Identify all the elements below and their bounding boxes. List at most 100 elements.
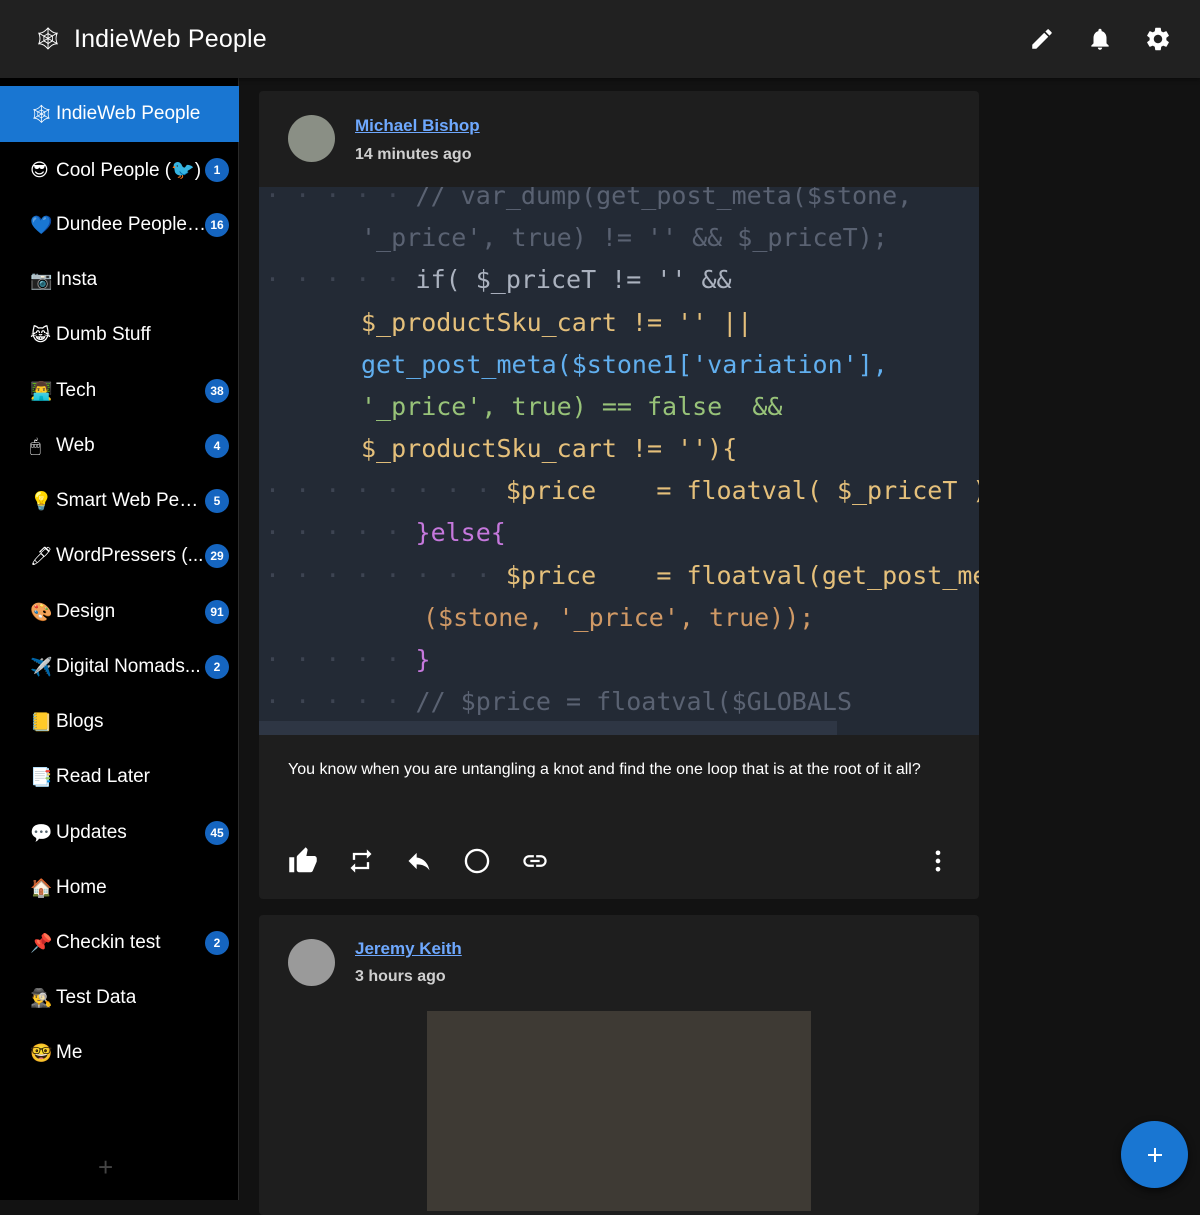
palette-icon: 🎨 xyxy=(30,601,53,622)
reply-icon[interactable] xyxy=(404,846,434,876)
avatar[interactable] xyxy=(288,939,335,986)
code-line: · · · · · }else{ xyxy=(265,518,506,547)
unread-badge: 38 xyxy=(205,379,229,403)
avatar[interactable] xyxy=(288,115,335,162)
code-screenshot-image: · · · · · // var_dump(get_post_meta($sto… xyxy=(259,187,979,735)
author-link[interactable]: Michael Bishop xyxy=(355,116,480,136)
house-icon: 🏠 xyxy=(30,877,53,898)
sidebar-item-label: WordPressers (... xyxy=(56,545,204,566)
code-line: get_post_meta($stone1['variation'], xyxy=(361,350,888,379)
code-line: · · · · · // var_dump(get_post_meta($sto… xyxy=(265,187,913,210)
sidebar-item-read-later[interactable]: 📑 Read Later xyxy=(0,749,239,805)
link-icon[interactable] xyxy=(520,846,550,876)
mouse-icon: 🖱 xyxy=(30,435,41,456)
sidebar-item-checkin-test[interactable]: 📌 Checkin test 2 xyxy=(0,915,239,971)
sidebar-item-label: Smart Web Peop... xyxy=(56,490,206,511)
sidebar-item-indieweb-people[interactable]: 🕸 IndieWeb People xyxy=(0,86,239,142)
pen-icon: 🖊 xyxy=(30,545,53,566)
sidebar-item-updates[interactable]: 💬 Updates 45 xyxy=(0,805,239,861)
author-link[interactable]: Jeremy Keith xyxy=(355,939,462,959)
sidebar-item-cool-people[interactable]: 😎 Cool People (🐦‍) 1 xyxy=(0,142,239,198)
code-line: '_price', true) != '' && $_priceT); xyxy=(361,223,888,252)
sidebar-item-label: Me xyxy=(56,1042,83,1063)
unread-badge: 16 xyxy=(205,213,229,237)
unread-badge: 5 xyxy=(205,489,229,513)
sidebar-item-digital-nomads[interactable]: ✈️ Digital Nomads... 2 xyxy=(0,639,239,695)
code-line: · · · · · if( $_priceT != '' && xyxy=(265,265,732,294)
sidebar-item-label: Blogs xyxy=(56,711,104,732)
sidebar-item-home[interactable]: 🏠 Home xyxy=(0,860,239,916)
code-line: · · · · · · · · $price = floatval(get_po… xyxy=(265,561,979,590)
spider-web-icon: 🕸 xyxy=(34,26,62,51)
sidebar-item-label: IndieWeb People xyxy=(56,103,201,124)
pushpin-icon: 📌 xyxy=(30,932,53,953)
blue-heart-icon: 💙 xyxy=(30,214,53,235)
spider-web-icon: 🕸 xyxy=(30,103,53,124)
sidebar-item-web[interactable]: 🖱 Web 4 xyxy=(0,418,239,474)
toolbar-actions xyxy=(1028,0,1172,78)
post-timestamp: 14 minutes ago xyxy=(355,146,472,163)
code-line: · · · · · } xyxy=(265,645,431,674)
settings-icon[interactable] xyxy=(1144,25,1172,53)
unread-badge: 2 xyxy=(205,655,229,679)
sidebar-item-me[interactable]: 🤓 Me xyxy=(0,1025,239,1081)
mark-read-circle-icon[interactable] xyxy=(462,846,492,876)
post-actions xyxy=(288,843,953,879)
sidebar-item-dundee-people[interactable]: 💙 Dundee People ... 16 xyxy=(0,197,239,253)
sidebar-item-test-data[interactable]: 🕵️‍♂️ Test Data xyxy=(0,970,239,1026)
plus-icon xyxy=(1147,1147,1162,1162)
add-channel-button[interactable]: + xyxy=(98,1152,113,1183)
more-vert-icon[interactable] xyxy=(923,846,953,876)
speech-bubble-icon: 💬 xyxy=(30,822,53,843)
post-card: Michael Bishop 14 minutes ago · · · · · … xyxy=(259,91,979,899)
airplane-icon: ✈️ xyxy=(30,656,53,677)
app-title: IndieWeb People xyxy=(73,24,267,53)
post-content: You know when you are untangling a knot … xyxy=(288,761,921,778)
nerd-face-icon: 🤓 xyxy=(30,1042,53,1063)
app-bar: 🕸 IndieWeb People xyxy=(0,0,1200,78)
technologist-icon: 👨‍💻 xyxy=(30,380,53,401)
camera-icon: 📷 xyxy=(30,269,53,290)
sidebar-item-label: Digital Nomads... xyxy=(56,656,201,677)
code-line: $_productSku_cart != '' || xyxy=(361,308,753,337)
unread-badge: 45 xyxy=(205,821,229,845)
bookmark-tabs-icon: 📑 xyxy=(30,766,53,787)
post-photo[interactable] xyxy=(427,1011,811,1211)
sidebar-item-label: Insta xyxy=(56,269,98,290)
unread-badge: 1 xyxy=(205,158,229,182)
sidebar-item-label: Dumb Stuff xyxy=(56,324,151,345)
sidebar-item-dumb-stuff[interactable]: 😹 Dumb Stuff xyxy=(0,307,239,363)
code-line: '_price', true) == false && xyxy=(361,392,783,421)
post-card: Jeremy Keith 3 hours ago xyxy=(259,915,979,1215)
repost-icon[interactable] xyxy=(346,846,376,876)
sidebar-item-insta[interactable]: 📷 Insta xyxy=(0,252,239,308)
laughing-cat-icon: 😹 xyxy=(30,324,52,345)
sidebar-item-label: Dundee People ... xyxy=(56,214,206,235)
lightbulb-icon: 💡 xyxy=(30,490,53,511)
ledger-icon: 📒 xyxy=(30,711,53,732)
edit-icon[interactable] xyxy=(1028,25,1056,53)
sidebar-item-label: Read Later xyxy=(56,766,151,787)
like-icon[interactable] xyxy=(288,846,318,876)
sidebar-item-label: Web xyxy=(56,435,95,456)
post-header: Michael Bishop 14 minutes ago xyxy=(259,91,979,187)
sidebar-item-label: Updates xyxy=(56,822,127,843)
sidebar-item-smart-web-people[interactable]: 💡 Smart Web Peop... 5 xyxy=(0,473,239,529)
sidebar-item-label: Home xyxy=(56,877,107,898)
sunglasses-icon: 😎 xyxy=(30,159,49,180)
sidebar-item-blogs[interactable]: 📒 Blogs xyxy=(0,694,239,750)
detective-icon: 🕵️‍♂️ xyxy=(30,987,53,1008)
unread-badge: 4 xyxy=(205,434,229,458)
code-line: $_productSku_cart != ''){ xyxy=(361,434,738,463)
sidebar-item-label: Cool People (🐦‍) xyxy=(56,160,202,181)
sidebar-item-label: Checkin test xyxy=(56,932,161,953)
bell-icon[interactable] xyxy=(1086,25,1114,53)
post-header: Jeremy Keith 3 hours ago xyxy=(259,915,979,1011)
code-line: · · · · · // $price = floatval($GLOBALS xyxy=(265,687,853,716)
sidebar-item-design[interactable]: 🎨 Design 91 xyxy=(0,584,239,640)
channel-sidebar: 🕸 IndieWeb People 😎 Cool People (🐦‍) 1 💙… xyxy=(0,78,239,1200)
sidebar-item-label: Test Data xyxy=(56,987,137,1008)
sidebar-item-wordpressers[interactable]: 🖊 WordPressers (... 29 xyxy=(0,528,239,584)
sidebar-item-tech[interactable]: 👨‍💻 Tech 38 xyxy=(0,363,239,419)
new-post-button[interactable] xyxy=(1121,1121,1188,1188)
